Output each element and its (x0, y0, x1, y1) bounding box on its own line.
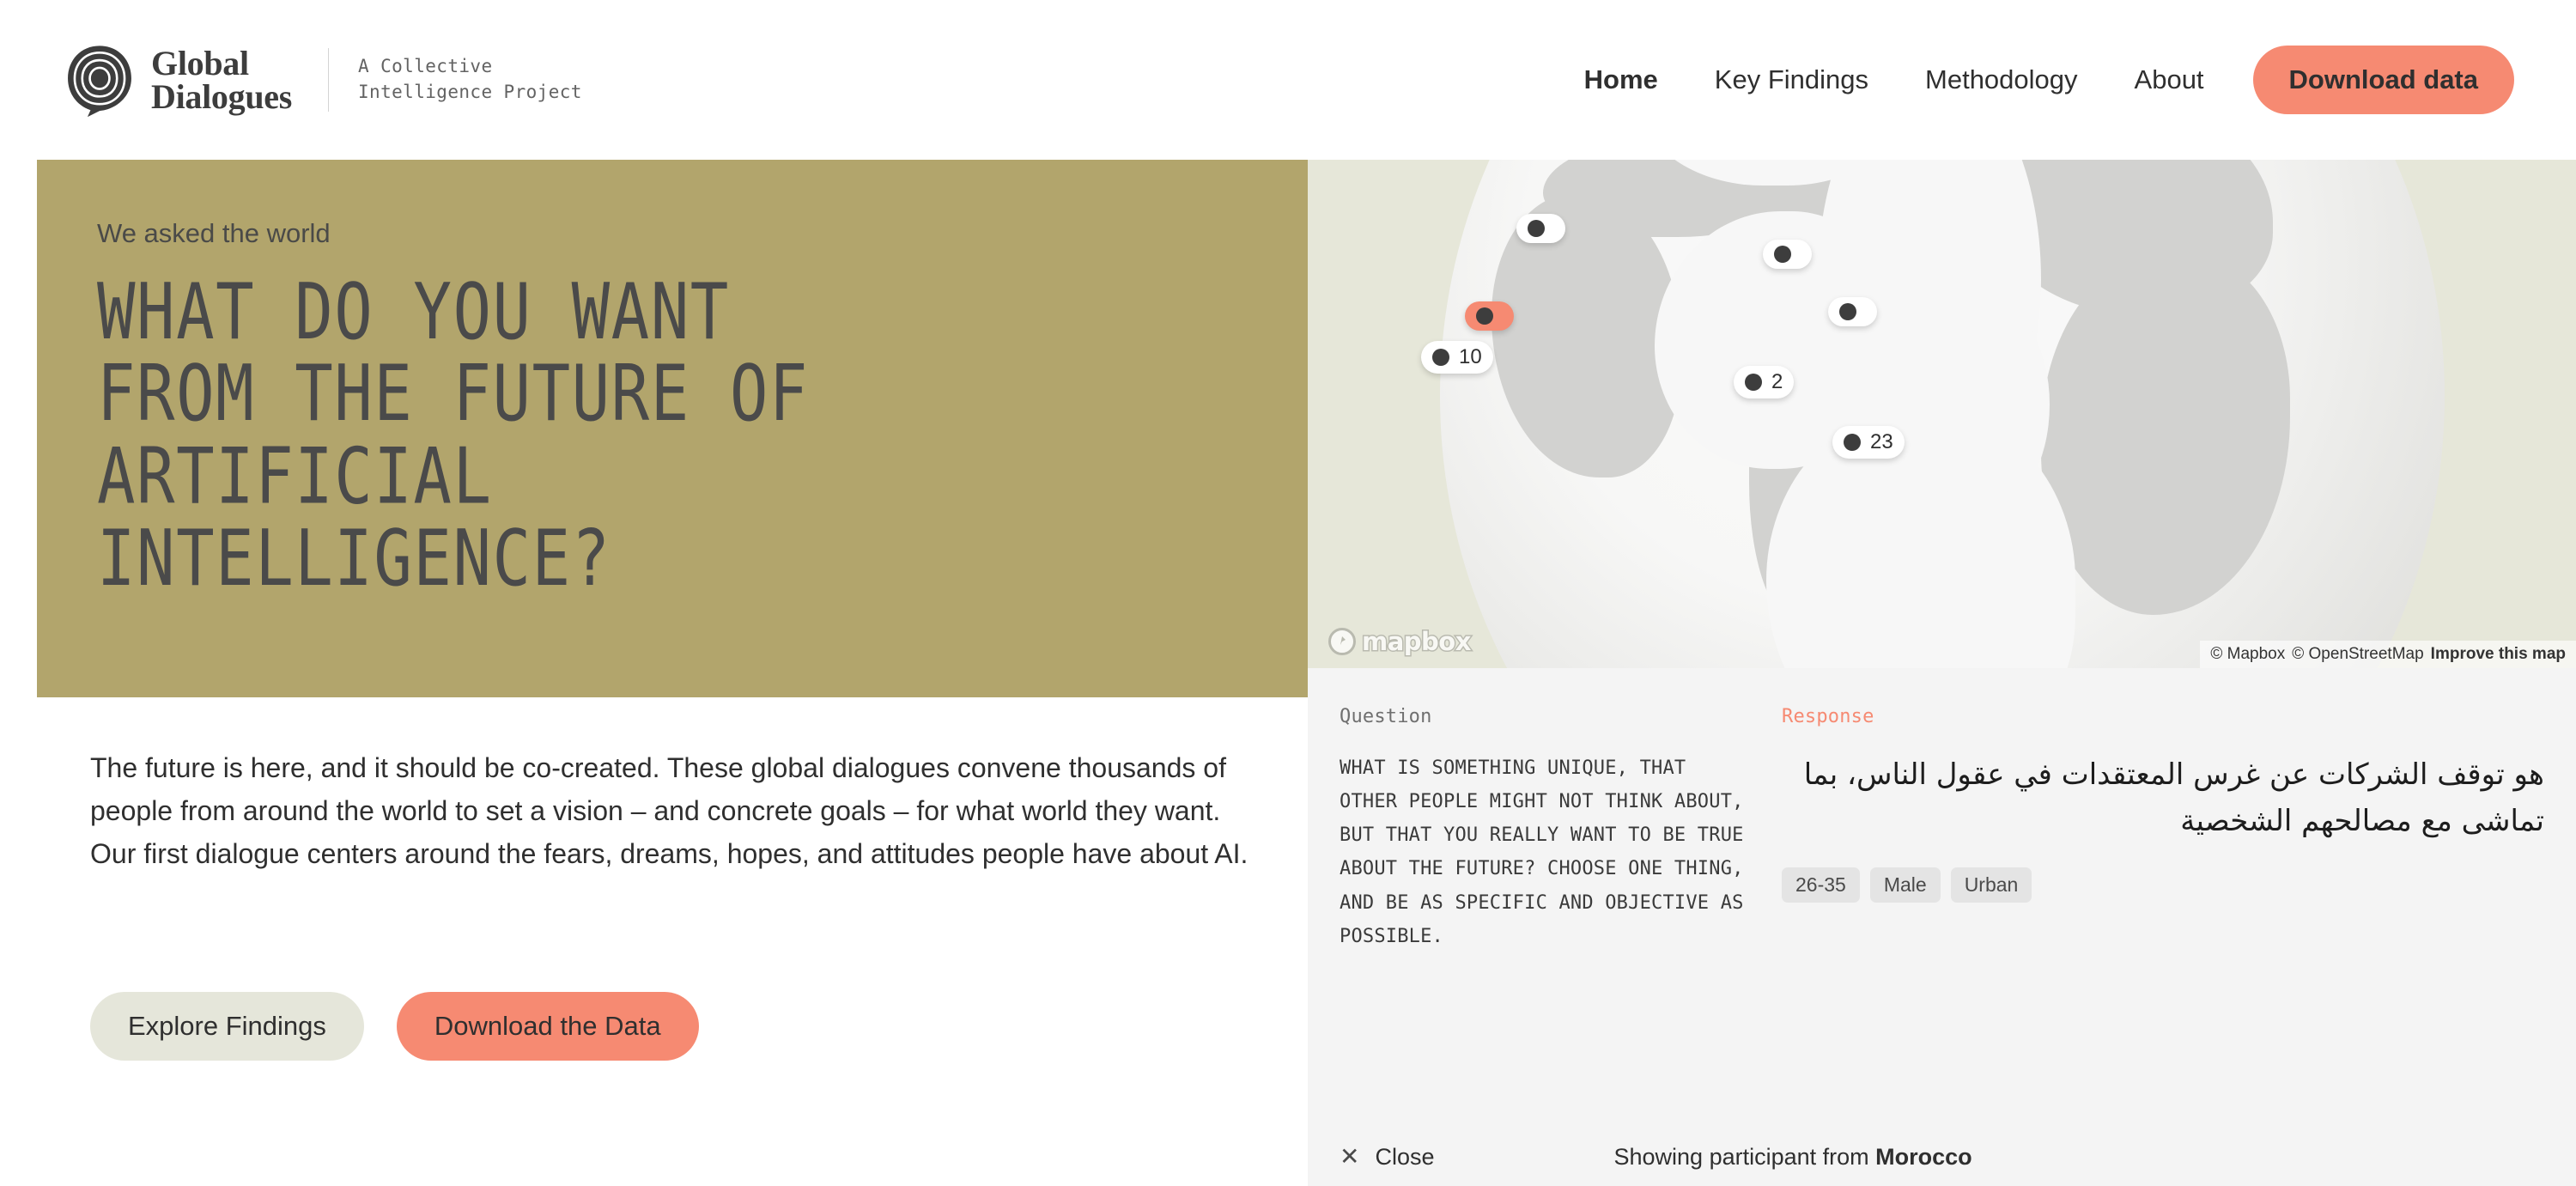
response-label: Response (1782, 706, 1874, 727)
hero-title-line-1: WHAT DO YOU WANT (97, 267, 730, 358)
map-marker-selected[interactable] (1465, 301, 1514, 331)
concentric-rings-speech-bubble-logo-icon (62, 42, 137, 118)
tagline-line1: A Collective (357, 56, 493, 77)
map-marker[interactable]: 10 (1421, 341, 1493, 374)
nav-item-home[interactable]: Home (1556, 64, 1686, 95)
cta-button-row: Explore Findings Download the Data (90, 992, 699, 1061)
tagline-line2: Intelligence Project (357, 82, 582, 102)
site-header: Global Dialogues A Collective Intelligen… (0, 0, 2576, 160)
question-column: Question WHAT IS SOMETHING UNIQUE, THAT … (1308, 668, 1750, 1128)
map-marker[interactable] (1516, 214, 1565, 243)
marker-dot-icon (1844, 434, 1861, 451)
brand-tagline: A Collective Intelligence Project (358, 54, 582, 106)
question-text: WHAT IS SOMETHING UNIQUE, THAT OTHER PEO… (1340, 757, 1744, 947)
marker-count: 23 (1870, 430, 1893, 453)
marker-count: 2 (1771, 370, 1783, 393)
marker-dot-icon (1745, 374, 1762, 391)
landmass-shape (2040, 254, 2290, 615)
marker-dot-icon (1528, 220, 1545, 237)
hero-title-line-2: FROM THE FUTURE OF (97, 349, 809, 440)
world-map[interactable]: 10 2 23 mapbox © Mapbox © OpenStreetMap … (1308, 160, 2576, 668)
hero-title-line-3: ARTIFICIAL (97, 431, 493, 522)
mapbox-logo[interactable]: mapbox (1328, 626, 1473, 658)
map-marker[interactable] (1828, 297, 1877, 326)
brand-logo[interactable]: Global Dialogues A Collective Intelligen… (62, 42, 582, 118)
marker-dot-icon (1774, 246, 1791, 263)
showing-participant-status: Showing participant from Morocco (1614, 1144, 1972, 1171)
page-title: WHAT DO YOU WANT FROM THE FUTURE OF ARTI… (97, 271, 1248, 600)
detail-footer: ✕ Close Showing participant from Morocco (1308, 1128, 2576, 1186)
showing-country: Morocco (1875, 1143, 1972, 1170)
attribution-osm-link[interactable]: © OpenStreetMap (2292, 645, 2423, 664)
map-marker[interactable] (1763, 240, 1812, 269)
mapbox-mark-icon (1328, 628, 1356, 655)
map-marker[interactable]: 23 (1832, 426, 1905, 459)
participant-detail: Question WHAT IS SOMETHING UNIQUE, THAT … (1308, 668, 2576, 1128)
brand-name-line2: Dialogues (151, 77, 292, 116)
marker-count: 10 (1459, 345, 1482, 368)
improve-this-map-link[interactable]: Improve this map (2431, 645, 2566, 664)
map-marker[interactable]: 2 (1734, 366, 1795, 398)
ocean-shape (1920, 297, 2050, 512)
hero-title-line-4: INTELLIGENCE? (97, 514, 611, 605)
tag-locality: Urban (1950, 867, 2032, 903)
participant-tags: 26-35 Male Urban (1782, 867, 2544, 903)
question-label: Question (1340, 706, 1432, 727)
hero-eyebrow: We asked the world (97, 218, 331, 248)
response-text: هو توقف الشركات عن غرس المعتقدات في عقول… (1803, 757, 2544, 839)
download-data-button[interactable]: Download data (2252, 46, 2514, 114)
main-navigation: Home Key Findings Methodology About Down… (1556, 0, 2514, 160)
hero-banner: We asked the world WHAT DO YOU WANT FROM… (37, 160, 1308, 697)
intro-paragraph: The future is here, and it should be co-… (90, 752, 1249, 869)
explore-findings-button[interactable]: Explore Findings (90, 992, 364, 1061)
mapbox-logo-text: mapbox (1361, 626, 1473, 658)
map-and-detail-panel: 10 2 23 mapbox © Mapbox © OpenStreetMap … (1308, 160, 2576, 1186)
response-column: Response هو توقف الشركات عن غرس المعتقدا… (1750, 668, 2576, 1128)
marker-dot-icon (1476, 307, 1493, 325)
close-x-icon: ✕ (1340, 1143, 1360, 1170)
showing-prefix: Showing participant from (1613, 1143, 1876, 1170)
download-the-data-button[interactable]: Download the Data (396, 992, 699, 1061)
globe-sphere (1439, 160, 2445, 668)
nav-item-about[interactable]: About (2106, 64, 2233, 95)
attribution-mapbox-link[interactable]: © Mapbox (2210, 645, 2285, 664)
map-attribution: © Mapbox © OpenStreetMap Improve this ma… (2200, 641, 2576, 668)
tag-age-range: 26-35 (1782, 867, 1860, 903)
nav-item-methodology[interactable]: Methodology (1897, 64, 2106, 95)
brand-divider (327, 48, 329, 112)
tag-gender: Male (1869, 867, 1941, 903)
brand-wordmark: Global Dialogues (151, 46, 292, 113)
close-button[interactable]: ✕ Close (1340, 1144, 1435, 1171)
close-button-label: Close (1375, 1143, 1435, 1170)
nav-item-key-findings[interactable]: Key Findings (1686, 64, 1897, 95)
marker-dot-icon (1839, 303, 1856, 320)
marker-dot-icon (1432, 349, 1449, 366)
